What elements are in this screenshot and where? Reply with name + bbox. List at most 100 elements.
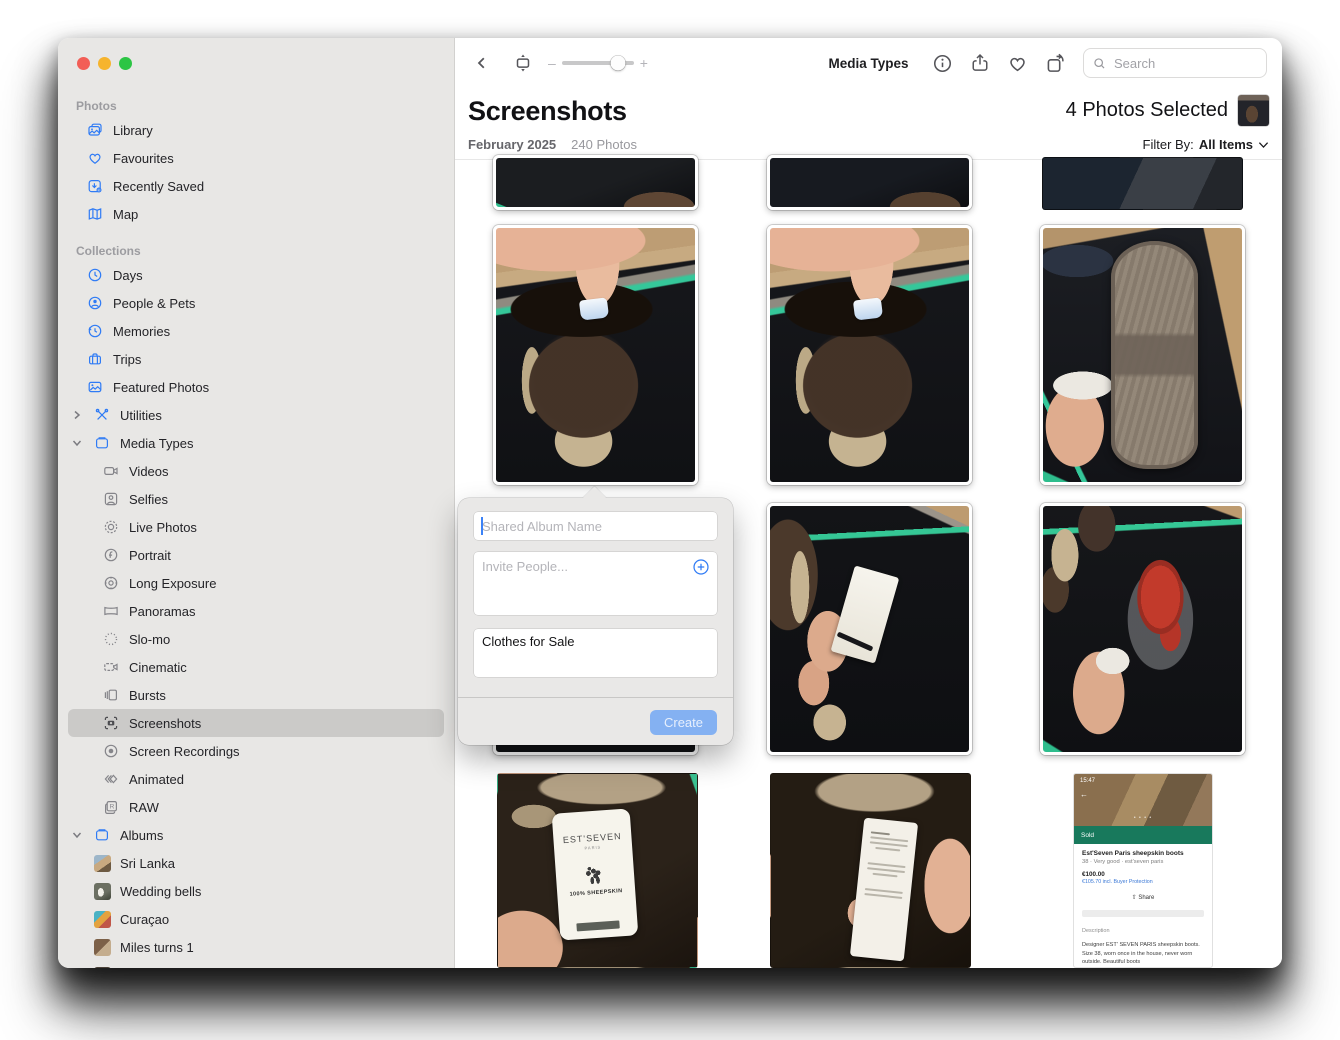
- tag-brand-text: EST'SEVEN: [562, 831, 621, 845]
- sidebar-album-partial[interactable]: [68, 961, 444, 968]
- zoom-out-label[interactable]: –: [548, 56, 556, 70]
- window-controls: [77, 57, 132, 70]
- minimize-window-button[interactable]: [98, 57, 111, 70]
- photo-thumbnail-selected[interactable]: [1040, 503, 1245, 755]
- sidebar-item-raw[interactable]: R RAW: [68, 793, 444, 821]
- sheep-logo: [581, 863, 608, 885]
- search-input[interactable]: [1112, 55, 1257, 72]
- sidebar-item-slo-mo[interactable]: Slo-mo: [68, 625, 444, 653]
- sidebar-item-label: Animated: [129, 772, 184, 787]
- sidebar-item-animated[interactable]: Animated: [68, 765, 444, 793]
- chevron-down-icon[interactable]: [70, 439, 84, 447]
- comment-field[interactable]: Clothes for Sale: [474, 629, 717, 677]
- photo-thumbnail[interactable]: [493, 155, 698, 210]
- search-field[interactable]: [1083, 48, 1267, 78]
- aspect-zoom-button[interactable]: [510, 53, 536, 73]
- sidebar-item-days[interactable]: Days: [68, 261, 444, 289]
- chevron-down-icon[interactable]: [70, 831, 84, 839]
- sidebar-item-recently-saved[interactable]: Recently Saved: [68, 172, 444, 200]
- shared-album-name-input[interactable]: [474, 512, 717, 540]
- sidebar-item-albums[interactable]: Albums: [68, 821, 444, 849]
- sidebar-item-media-types[interactable]: Media Types: [68, 429, 444, 457]
- selfie-icon: [102, 491, 120, 507]
- sidebar-item-cinematic[interactable]: Cinematic: [68, 653, 444, 681]
- sidebar-item-screen-recordings[interactable]: Screen Recordings: [68, 737, 444, 765]
- zoom-slider-knob[interactable]: [610, 56, 625, 71]
- favourite-heart-icon[interactable]: [1007, 53, 1028, 74]
- sidebar-item-map[interactable]: Map: [68, 200, 444, 228]
- filter-value: All Items: [1199, 137, 1253, 152]
- sidebar-item-videos[interactable]: Videos: [68, 457, 444, 485]
- sidebar-album-sri-lanka[interactable]: Sri Lanka: [68, 849, 444, 877]
- back-button[interactable]: [470, 55, 494, 71]
- comment-textarea[interactable]: Clothes for Sale: [482, 634, 709, 672]
- invite-people-field[interactable]: Invite People...: [474, 552, 717, 615]
- sidebar-item-featured-photos[interactable]: Featured Photos: [68, 373, 444, 401]
- sidebar-album-miles-turns-1[interactable]: Miles turns 1: [68, 933, 444, 961]
- sidebar-album-curacao[interactable]: Curaçao: [68, 905, 444, 933]
- zoom-in-label[interactable]: +: [640, 56, 648, 70]
- sidebar-item-label: Albums: [120, 828, 163, 843]
- suitcase-icon: [86, 351, 104, 367]
- sidebar-item-people-pets[interactable]: People & Pets: [68, 289, 444, 317]
- sidebar-item-selfies[interactable]: Selfies: [68, 485, 444, 513]
- text-cursor: [481, 517, 483, 535]
- info-icon[interactable]: [932, 53, 953, 74]
- sidebar-item-utilities[interactable]: Utilities: [68, 401, 444, 429]
- boot-size-label: [578, 297, 608, 320]
- photo-thumbnail-selected[interactable]: [767, 503, 972, 755]
- photo-thumbnail[interactable]: [1042, 157, 1243, 210]
- sidebar: Photos Library Favourites Recently Saved: [58, 38, 455, 968]
- sidebar-item-portrait[interactable]: Portrait: [68, 541, 444, 569]
- sidebar-item-bursts[interactable]: Bursts: [68, 681, 444, 709]
- svg-text:R: R: [110, 804, 115, 811]
- albums-box-icon: [93, 827, 111, 843]
- selected-count-label: 4 Photos Selected: [1066, 99, 1228, 122]
- photo-thumbnail-selected[interactable]: [767, 225, 972, 485]
- month-label: February 2025: [468, 137, 556, 152]
- sold-badge: Sold: [1074, 826, 1212, 844]
- sidebar-item-label: Panoramas: [129, 604, 195, 619]
- create-button[interactable]: Create: [650, 710, 717, 735]
- slo-mo-icon: [102, 631, 120, 647]
- sidebar-item-label: Selfies: [129, 492, 168, 507]
- album-thumbnail: [94, 855, 111, 872]
- shared-album-name-field[interactable]: [474, 512, 717, 540]
- rotate-icon[interactable]: [1045, 53, 1066, 74]
- close-window-button[interactable]: [77, 57, 90, 70]
- photo-thumbnail-selected[interactable]: [1040, 225, 1245, 485]
- invite-placeholder: Invite People...: [482, 559, 568, 574]
- photo-thumbnail[interactable]: 15:47 ← • • • • Sold Est'Seven Paris she…: [1073, 773, 1213, 968]
- sheepskin-tag: EST'SEVEN PARIS 100% SHEEPSKIN: [551, 808, 637, 940]
- add-person-icon[interactable]: [692, 558, 710, 576]
- sidebar-item-screenshots-selected[interactable]: Screenshots: [68, 709, 444, 737]
- sidebar-album-wedding-bells[interactable]: Wedding bells: [68, 877, 444, 905]
- sidebar-item-memories[interactable]: Memories: [68, 317, 444, 345]
- sidebar-item-live-photos[interactable]: Live Photos: [68, 513, 444, 541]
- popover-divider: [458, 697, 733, 698]
- sidebar-item-label: Bursts: [129, 688, 166, 703]
- photo-thumbnail[interactable]: EST'SEVEN PARIS 100% SHEEPSKIN: [497, 773, 698, 968]
- video-camera-icon: [102, 463, 120, 479]
- zoom-slider-track[interactable]: [562, 61, 634, 65]
- share-icon[interactable]: [970, 53, 990, 73]
- portrait-f-icon: [102, 547, 120, 563]
- sidebar-item-label: Days: [113, 268, 143, 283]
- sidebar-item-trips[interactable]: Trips: [68, 345, 444, 373]
- sidebar-item-favourites[interactable]: Favourites: [68, 144, 444, 172]
- photo-thumbnail[interactable]: [767, 155, 972, 210]
- photo-thumbnail-selected[interactable]: [493, 225, 698, 485]
- search-icon: [1093, 57, 1106, 70]
- album-thumbnail: [94, 939, 111, 956]
- back-arrow-icon: ←: [1080, 790, 1088, 799]
- zoom-window-button[interactable]: [119, 57, 132, 70]
- photo-thumbnail[interactable]: [770, 773, 971, 968]
- sidebar-section-collections: Collections: [68, 241, 444, 261]
- filter-by-dropdown[interactable]: Filter By: All Items: [1143, 137, 1269, 152]
- sidebar-section-photos: Photos: [68, 96, 444, 116]
- sidebar-item-library[interactable]: Library: [68, 116, 444, 144]
- screen-recording-icon: [102, 743, 120, 759]
- sidebar-item-long-exposure[interactable]: Long Exposure: [68, 569, 444, 597]
- sidebar-item-panoramas[interactable]: Panoramas: [68, 597, 444, 625]
- chevron-right-icon[interactable]: [70, 410, 84, 420]
